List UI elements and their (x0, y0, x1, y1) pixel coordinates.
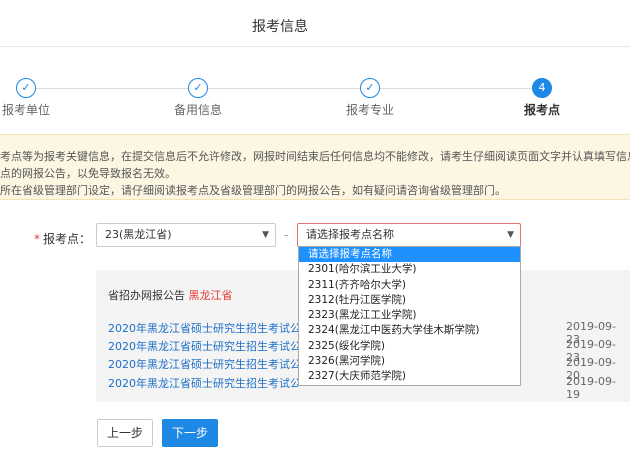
announcement-header: 省招办网报公告 黑龙江省 (108, 287, 233, 303)
notice-line-2: 点的网报公告，以免导致报名无效。 (0, 167, 176, 180)
step-label-unit: 报考单位 (1, 103, 50, 117)
step-1-check-icon: ✓ (16, 78, 36, 98)
next-step-button[interactable]: 下一步 (162, 419, 218, 447)
step-label-site: 报考点 (523, 103, 560, 117)
chevron-down-icon: ▼ (507, 230, 514, 240)
announcement-link[interactable]: 2020年黑龙江省硕士研究生招生考试公告 (108, 338, 298, 354)
notice-line-3: 所在省级管理部门设定，请仔细阅读报考点及省级管理部门的网报公告，如有疑问请咨询省… (0, 184, 506, 197)
dropdown-option[interactable]: 2301(哈尔滨工业大学) (299, 262, 520, 277)
announcement-link[interactable]: 2020年黑龙江省硕士研究生招生考试公告 (108, 375, 298, 391)
dropdown-option[interactable]: 2325(绥化学院) (299, 339, 520, 354)
step-connector (208, 88, 360, 89)
dropdown-option[interactable]: 2311(齐齐哈尔大学) (299, 278, 520, 293)
required-mark: * (34, 232, 40, 246)
dropdown-option[interactable]: 2326(黑河学院) (299, 354, 520, 369)
site-field-label: * 报考点： (34, 230, 91, 247)
prev-step-button[interactable]: 上一步 (97, 419, 153, 447)
step-4-number: 4 (532, 78, 552, 98)
site-dropdown-list: 请选择报考点名称 2301(哈尔滨工业大学) 2311(齐齐哈尔大学) 2312… (298, 246, 521, 386)
notice-box: 考点等为报考关键信息，在提交信息后不允许修改，网报时间结束后任何信息均不能修改，… (0, 134, 630, 200)
notice-line-1: 考点等为报考关键信息，在提交信息后不允许修改，网报时间结束后任何信息均不能修改，… (0, 150, 630, 163)
step-label-major: 报考专业 (345, 103, 394, 117)
dropdown-option[interactable]: 请选择报考点名称 (299, 247, 520, 263)
province-select[interactable]: 23(黑龙江省) ▼ (96, 223, 276, 247)
step-3-check-icon: ✓ (360, 78, 380, 98)
announcement-link[interactable]: 2020年黑龙江省硕士研究生招生考试公告 (108, 356, 298, 372)
page-title: 报考信息 (252, 19, 308, 35)
announcement-date: 2019-09-19 (566, 375, 616, 401)
site-select[interactable]: 请选择报考点名称 ▼ (297, 223, 521, 247)
announcement-link[interactable]: 2020年黑龙江省硕士研究生招生考试公告 (108, 320, 298, 336)
step-label-backup: 备用信息 (173, 103, 222, 117)
site-select-value: 请选择报考点名称 (306, 228, 394, 241)
chevron-down-icon: ▼ (262, 230, 269, 240)
dropdown-option[interactable]: 2323(黑龙江工业学院) (299, 308, 520, 323)
dropdown-option[interactable]: 2327(大庆师范学院) (299, 369, 520, 384)
announcement-province: 黑龙江省 (188, 289, 233, 302)
province-select-value: 23(黑龙江省) (105, 228, 172, 241)
site-label-text: 报考点： (43, 232, 92, 246)
dropdown-option[interactable]: 2312(牡丹江医学院) (299, 293, 520, 308)
step-connector (380, 88, 532, 89)
announcement-header-prefix: 省招办网报公告 (108, 289, 185, 302)
step-connector (36, 88, 188, 89)
step-2-check-icon: ✓ (188, 78, 208, 98)
title-divider (0, 46, 630, 47)
select-separator: - (284, 228, 289, 242)
dropdown-option[interactable]: 2324(黑龙江中医药大学佳木斯学院) (299, 323, 520, 338)
